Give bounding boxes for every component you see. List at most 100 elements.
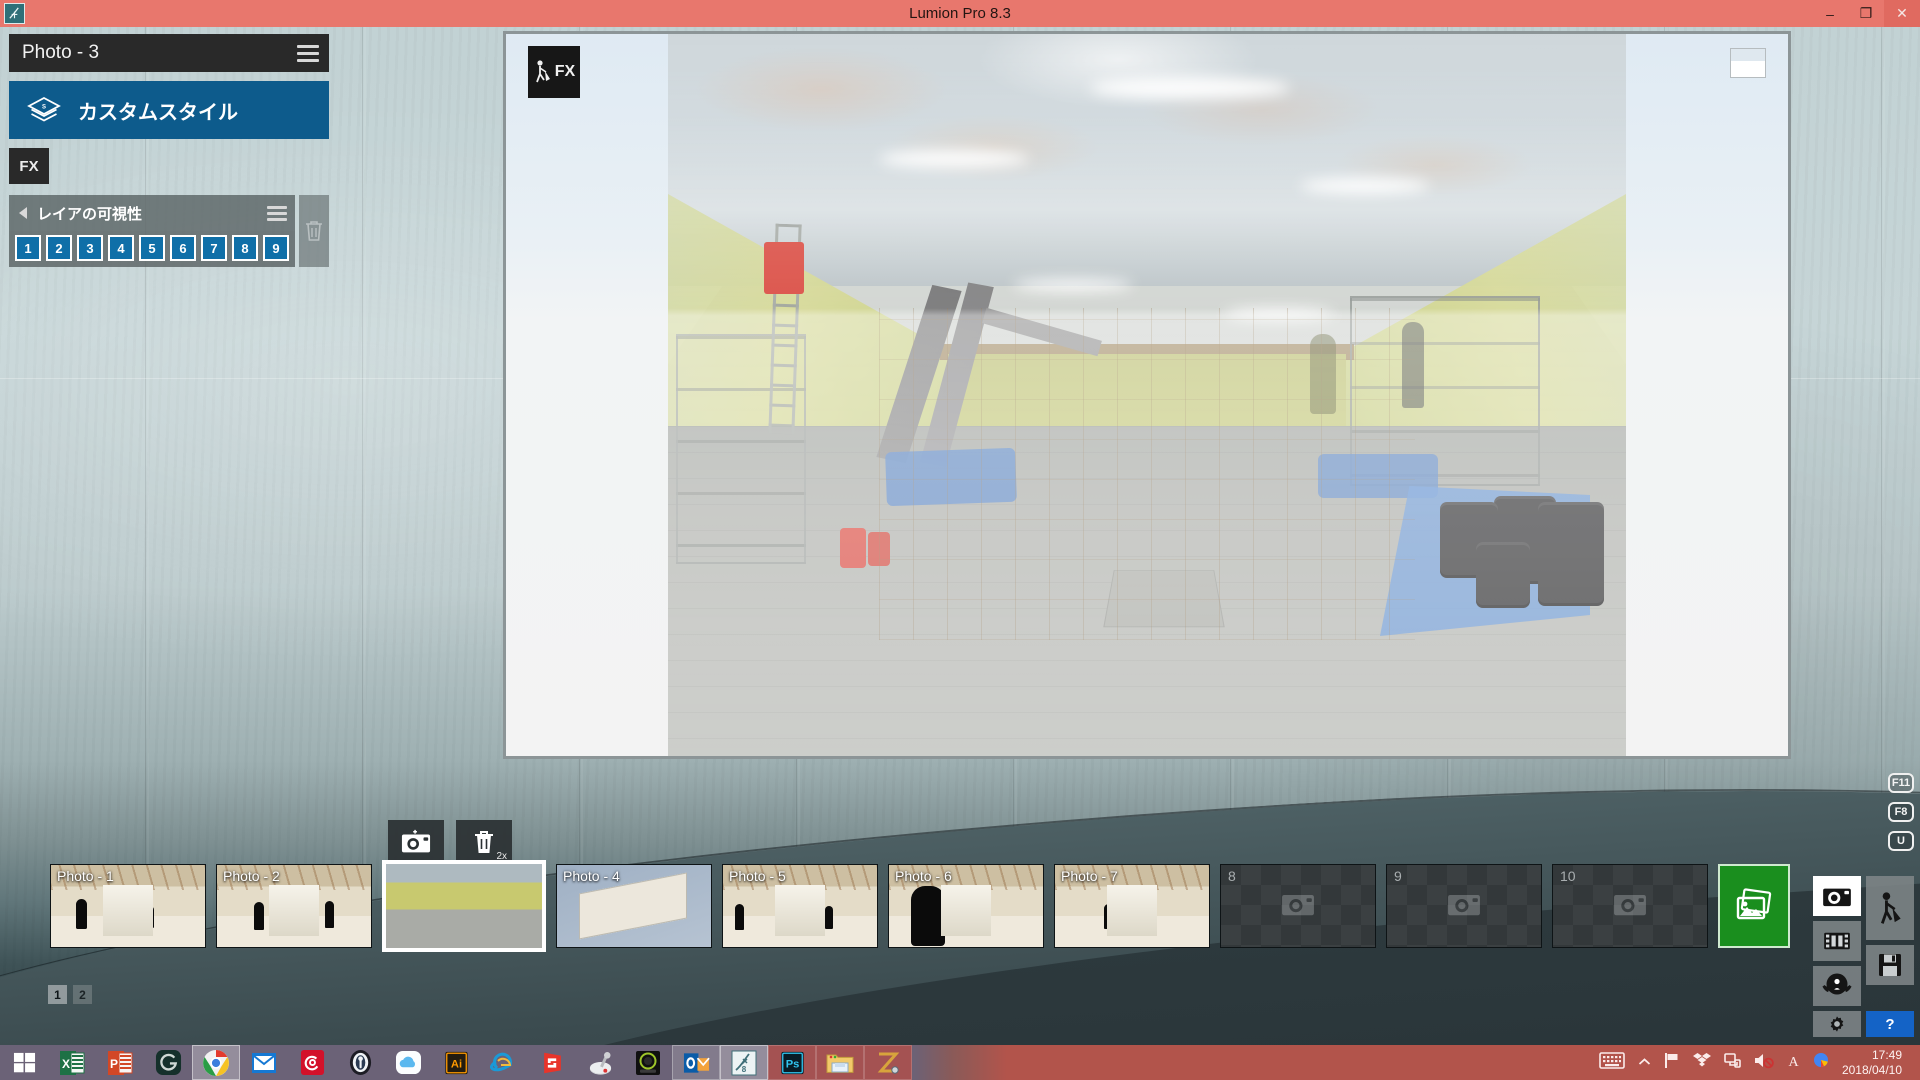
google-icon[interactable] bbox=[1813, 1052, 1829, 1073]
dropbox-icon[interactable] bbox=[1692, 1052, 1711, 1074]
layer-button-3[interactable]: 3 bbox=[77, 235, 103, 261]
keyboard-icon[interactable] bbox=[1599, 1051, 1625, 1074]
layer-button-8[interactable]: 8 bbox=[232, 235, 258, 261]
thumbnail-photo-1[interactable]: Photo - 1 bbox=[50, 864, 206, 948]
svg-text:Ai: Ai bbox=[450, 1058, 461, 1070]
taskbar-app-icloud[interactable] bbox=[384, 1045, 432, 1080]
maximize-button[interactable]: ❐ bbox=[1848, 0, 1884, 27]
excel-icon: X bbox=[60, 1050, 85, 1075]
volume-muted-icon[interactable] bbox=[1754, 1052, 1774, 1074]
hamburger-icon[interactable] bbox=[297, 41, 319, 66]
panorama-mode-button[interactable] bbox=[1813, 966, 1861, 1006]
show-hidden-icons-icon[interactable] bbox=[1638, 1054, 1651, 1072]
photo-strip: 2x Photo - 1 Photo - 2 Photo - 4 Photo -… bbox=[0, 820, 1920, 1045]
photo-margin-right bbox=[1626, 34, 1788, 756]
taskbar-clock[interactable]: 17:49 2018/04/10 bbox=[1842, 1048, 1908, 1078]
ceiling-light-1 bbox=[878, 149, 1029, 168]
settings-button[interactable] bbox=[1813, 1011, 1861, 1037]
key-badge-u[interactable]: U bbox=[1888, 831, 1914, 851]
layer-button-6[interactable]: 6 bbox=[170, 235, 196, 261]
save-button[interactable] bbox=[1866, 945, 1914, 985]
movie-mode-button[interactable] bbox=[1813, 921, 1861, 961]
layer-button-2[interactable]: 2 bbox=[46, 235, 72, 261]
viewport-fx-button[interactable]: FX bbox=[528, 46, 580, 98]
photo-mode-button[interactable] bbox=[1813, 876, 1861, 916]
ie-icon bbox=[490, 1052, 512, 1071]
effects-person-icon bbox=[535, 60, 550, 83]
taskbar-app-sketchup-1[interactable] bbox=[528, 1045, 576, 1080]
minimize-button[interactable]: – bbox=[1812, 0, 1848, 27]
illustrator-icon: Ai bbox=[444, 1051, 468, 1074]
ime-a-icon[interactable]: A bbox=[1787, 1052, 1800, 1074]
taskbar-app-powerpoint[interactable]: P bbox=[96, 1045, 144, 1080]
thumbnail-photo-7[interactable]: Photo - 7 bbox=[1054, 864, 1210, 948]
interior-render bbox=[668, 34, 1626, 756]
page-tab-1[interactable]: 1 bbox=[48, 985, 67, 1004]
taskbar-app-lumion[interactable]: 8 bbox=[720, 1045, 768, 1080]
thumbnail-slot-8[interactable]: 8 bbox=[1220, 864, 1376, 948]
key-badge-f11[interactable]: F11 bbox=[1888, 773, 1914, 793]
taskbar-app-1password[interactable] bbox=[336, 1045, 384, 1080]
chevron-left-icon[interactable] bbox=[19, 207, 27, 219]
thumbnail-photo-4[interactable]: Photo - 4 bbox=[556, 864, 712, 948]
photo-name-header[interactable]: Photo - 3 bbox=[9, 34, 329, 72]
layer-delete-button[interactable] bbox=[299, 195, 329, 267]
thumbnail-photo-5[interactable]: Photo - 5 bbox=[722, 864, 878, 948]
taskbar-app-explorer[interactable] bbox=[816, 1045, 864, 1080]
close-button[interactable]: ✕ bbox=[1884, 0, 1920, 27]
photo-viewport[interactable]: FX bbox=[503, 31, 1791, 759]
take-photo-button[interactable] bbox=[388, 820, 444, 864]
layer-button-7[interactable]: 7 bbox=[201, 235, 227, 261]
taskbar-app-grammarly[interactable] bbox=[144, 1045, 192, 1080]
layer-buttons-row: 1 2 3 4 5 6 7 8 9 bbox=[9, 231, 295, 267]
taskbar-app-internet-explorer[interactable] bbox=[480, 1045, 528, 1080]
figure-silhouette bbox=[910, 886, 945, 947]
hamburger-icon[interactable] bbox=[267, 203, 287, 224]
svg-text:S: S bbox=[42, 105, 46, 111]
red-fuel-can-1 bbox=[840, 528, 866, 568]
taskbar-app-creative-cloud[interactable] bbox=[288, 1045, 336, 1080]
taskbar-app-vuescan[interactable] bbox=[624, 1045, 672, 1080]
figure-silhouette bbox=[253, 901, 264, 930]
thumbnail-label: Photo - 5 bbox=[729, 868, 786, 884]
blue-tarp-1 bbox=[885, 447, 1017, 507]
custom-style-button[interactable]: S カスタムスタイル bbox=[9, 81, 329, 139]
photo-gallery-button[interactable] bbox=[1718, 864, 1790, 948]
help-button[interactable]: ? bbox=[1866, 1011, 1914, 1037]
fx-panel-button[interactable]: FX bbox=[9, 148, 49, 184]
taskbar-app-excel[interactable]: X bbox=[48, 1045, 96, 1080]
thumbnail-slot-number: 10 bbox=[1560, 868, 1576, 884]
thumbnail-slot-10[interactable]: 10 bbox=[1552, 864, 1708, 948]
thumbnail-photo-6[interactable]: Photo - 6 bbox=[888, 864, 1044, 948]
taskbar-app-photoshop[interactable]: Ps bbox=[768, 1045, 816, 1080]
layer-button-4[interactable]: 4 bbox=[108, 235, 134, 261]
thumbnail-label: Photo - 4 bbox=[563, 868, 620, 884]
ceiling-cloud-reflection bbox=[668, 34, 1626, 286]
thumbnail-label: Photo - 7 bbox=[1061, 868, 1118, 884]
delete-photo-button[interactable]: 2x bbox=[456, 820, 512, 864]
layer-button-5[interactable]: 5 bbox=[139, 235, 165, 261]
grammarly-icon bbox=[155, 1049, 181, 1076]
folder-icon bbox=[826, 1054, 854, 1073]
flag-icon[interactable] bbox=[1664, 1052, 1680, 1074]
layer-button-1[interactable]: 1 bbox=[15, 235, 41, 261]
trash-icon bbox=[475, 831, 493, 853]
taskbar-app-zotero[interactable] bbox=[864, 1045, 912, 1080]
effects-mode-button[interactable] bbox=[1866, 876, 1914, 940]
network-icon[interactable] bbox=[1724, 1052, 1741, 1074]
taskbar-app-illustrator[interactable]: Ai bbox=[432, 1045, 480, 1080]
taskbar-app-sketchup-2[interactable] bbox=[576, 1045, 624, 1080]
thumbnail-photo-3[interactable]: Photo - 3 bbox=[382, 860, 546, 952]
page-tab-2[interactable]: 2 bbox=[73, 985, 92, 1004]
taskbar-app-outlook[interactable] bbox=[672, 1045, 720, 1080]
layer-button-9[interactable]: 9 bbox=[263, 235, 289, 261]
thumbnail-photo-2[interactable]: Photo - 2 bbox=[216, 864, 372, 948]
thumbnail-slot-9[interactable]: 9 bbox=[1386, 864, 1542, 948]
rendered-photo bbox=[506, 34, 1788, 756]
taskbar-app-chrome[interactable] bbox=[192, 1045, 240, 1080]
white-balance-swatch[interactable] bbox=[1730, 48, 1766, 78]
key-badge-f8[interactable]: F8 bbox=[1888, 802, 1914, 822]
ceiling-light-5 bbox=[1223, 308, 1334, 321]
taskbar-app-mail[interactable] bbox=[240, 1045, 288, 1080]
windows-start-button[interactable] bbox=[0, 1045, 48, 1080]
